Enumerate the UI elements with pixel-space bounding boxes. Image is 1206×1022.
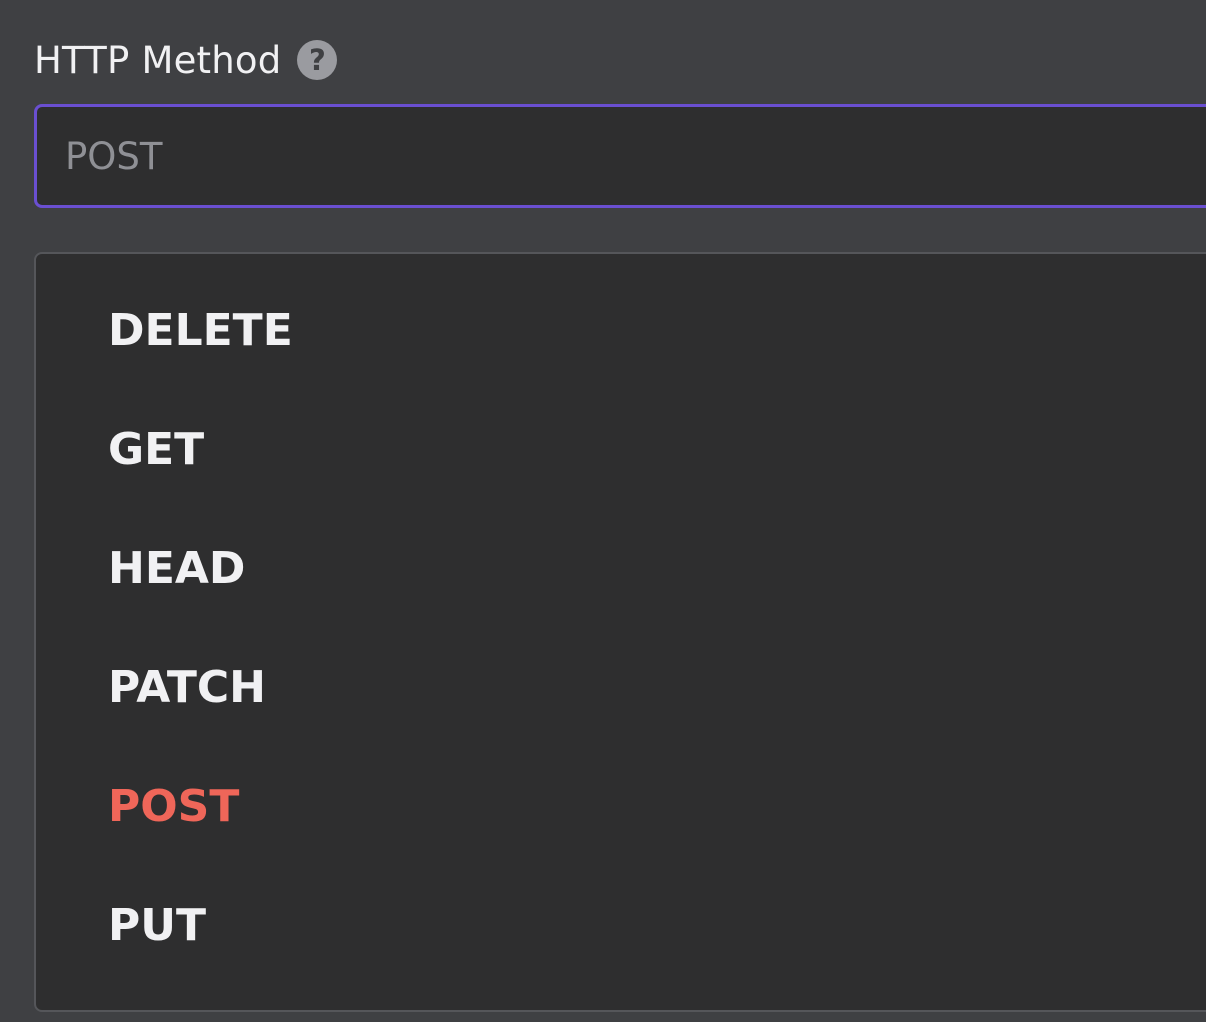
field-label-row: HTTP Method ? <box>34 32 338 88</box>
option-head[interactable]: HEAD <box>36 509 1206 628</box>
option-patch[interactable]: PATCH <box>36 628 1206 747</box>
dropdown-menu: DELETE GET HEAD PATCH POST PUT <box>34 252 1206 1012</box>
option-get[interactable]: GET <box>36 390 1206 509</box>
http-method-label: HTTP Method <box>34 38 282 82</box>
option-delete[interactable]: DELETE <box>36 271 1206 390</box>
option-put[interactable]: PUT <box>36 866 1206 985</box>
http-method-select[interactable]: POST <box>34 104 1206 208</box>
help-icon[interactable]: ? <box>297 40 338 80</box>
option-post[interactable]: POST <box>36 747 1206 866</box>
select-value: POST <box>65 134 163 178</box>
